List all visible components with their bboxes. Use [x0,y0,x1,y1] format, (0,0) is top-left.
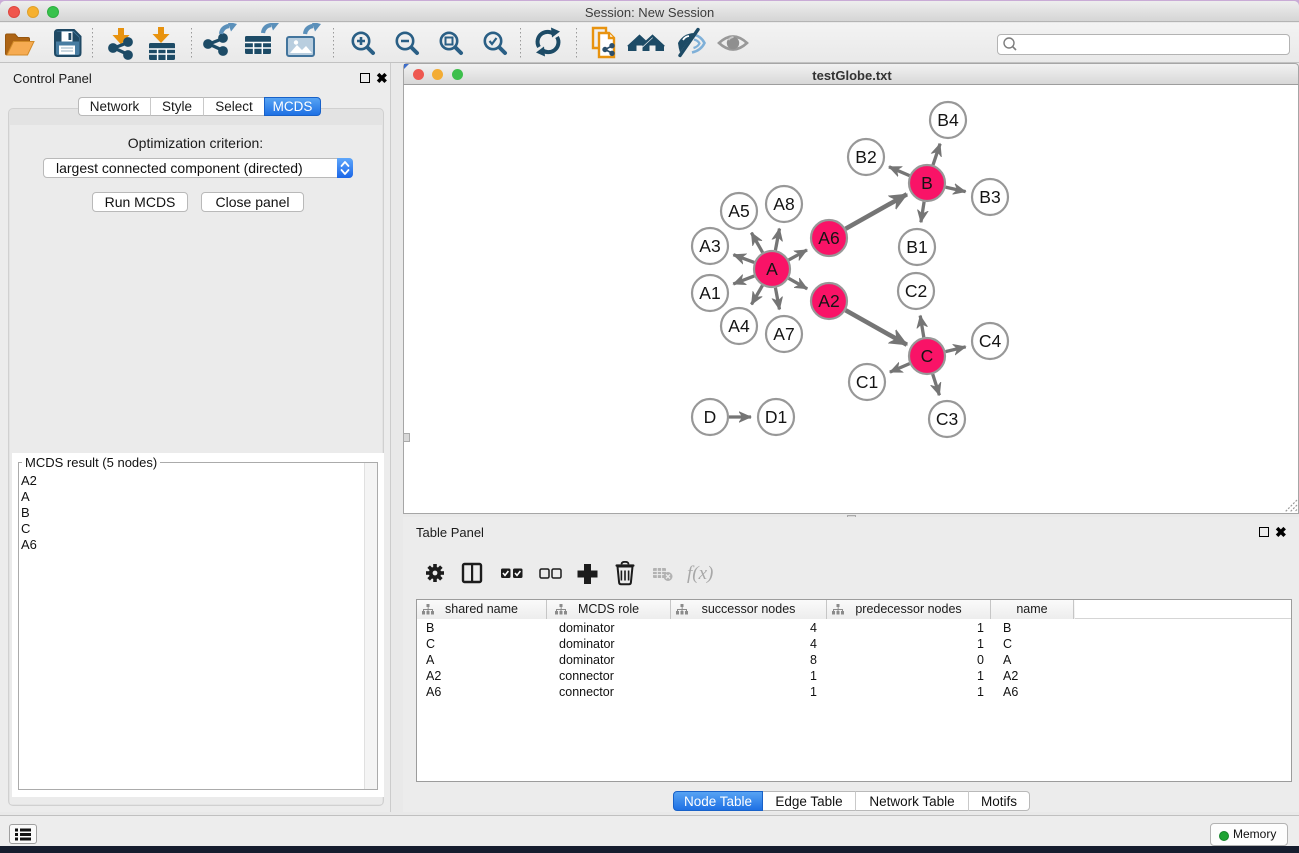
svg-text:f(x): f(x) [687,563,713,584]
svg-text:B3: B3 [979,187,1000,207]
svg-text:A1: A1 [699,283,720,303]
svg-text:A8: A8 [773,194,794,214]
svg-text:A2: A2 [818,291,839,311]
svg-text:B1: B1 [906,237,927,257]
svg-text:D: D [704,407,717,427]
svg-text:A7: A7 [773,324,794,344]
svg-text:B4: B4 [937,110,959,130]
svg-text:A: A [766,259,778,279]
svg-text:D1: D1 [765,407,787,427]
svg-text:B2: B2 [855,147,876,167]
svg-text:C: C [921,346,934,366]
svg-text:C2: C2 [905,281,927,301]
svg-text:A5: A5 [728,201,749,221]
svg-text:A4: A4 [728,316,750,336]
svg-text:A3: A3 [699,236,720,256]
svg-text:A6: A6 [818,228,839,248]
svg-text:C3: C3 [936,409,958,429]
svg-text:B: B [921,173,933,193]
svg-text:C1: C1 [856,372,878,392]
svg-text:C4: C4 [979,331,1002,351]
